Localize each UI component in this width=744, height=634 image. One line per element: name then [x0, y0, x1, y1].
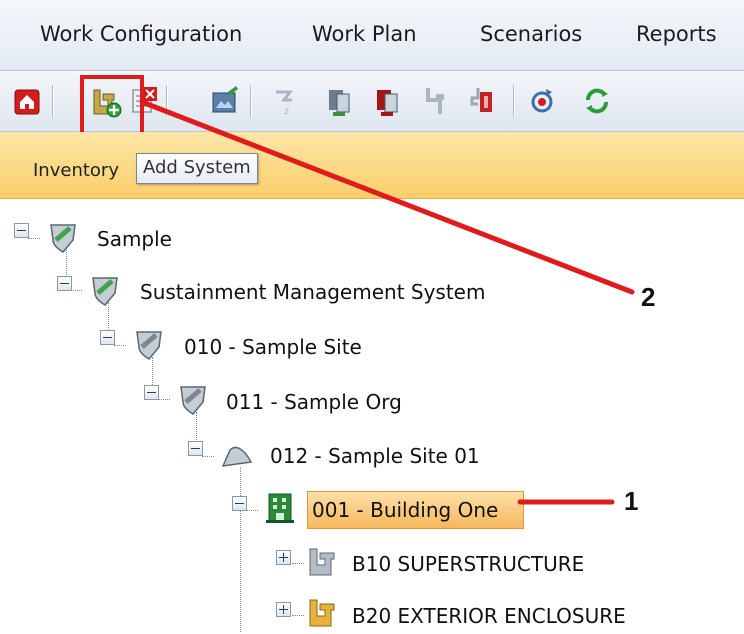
annotation-label-1: 1 [624, 486, 639, 516]
annotation-arrows [139, 99, 635, 505]
annotation-label-2: 2 [641, 282, 656, 312]
